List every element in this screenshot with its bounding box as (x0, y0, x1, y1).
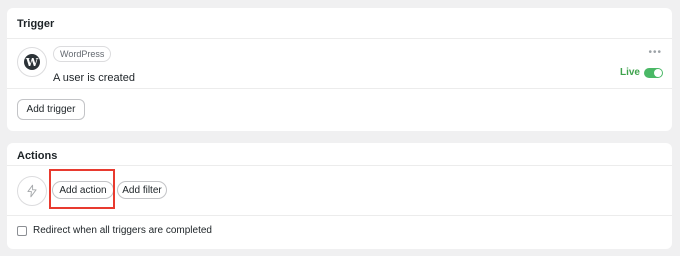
add-action-highlight (49, 169, 115, 209)
trigger-app-icon-container: W (17, 47, 47, 77)
add-filter-button[interactable]: Add filter (117, 181, 167, 199)
actions-body-divider (7, 215, 672, 216)
live-label: Live (619, 67, 640, 78)
lightning-icon (27, 184, 37, 198)
redirect-option[interactable]: Redirect when all triggers are completed (17, 225, 212, 236)
actions-title: Actions (17, 150, 58, 162)
actions-panel: Actions Add action Add filter Redirect w… (7, 143, 672, 249)
trigger-body-divider (7, 88, 672, 89)
redirect-checkbox[interactable] (17, 225, 27, 236)
add-trigger-button[interactable]: Add trigger (17, 99, 85, 120)
trigger-panel: Trigger W WordPress A user is created ••… (7, 8, 672, 131)
redirect-label: Redirect when all triggers are completed (33, 225, 212, 236)
trigger-title: Trigger (17, 18, 55, 30)
wordpress-icon: W (24, 54, 40, 70)
app-badge: WordPress (53, 46, 112, 62)
actions-title-divider (7, 165, 672, 166)
trigger-event-label: A user is created (53, 72, 135, 84)
more-options-icon[interactable]: ••• (648, 48, 662, 58)
toggle-knob (654, 68, 662, 77)
live-status[interactable]: Live (620, 67, 663, 78)
trigger-title-divider (7, 38, 672, 39)
action-icon-container (17, 176, 47, 206)
live-toggle[interactable] (644, 67, 663, 78)
